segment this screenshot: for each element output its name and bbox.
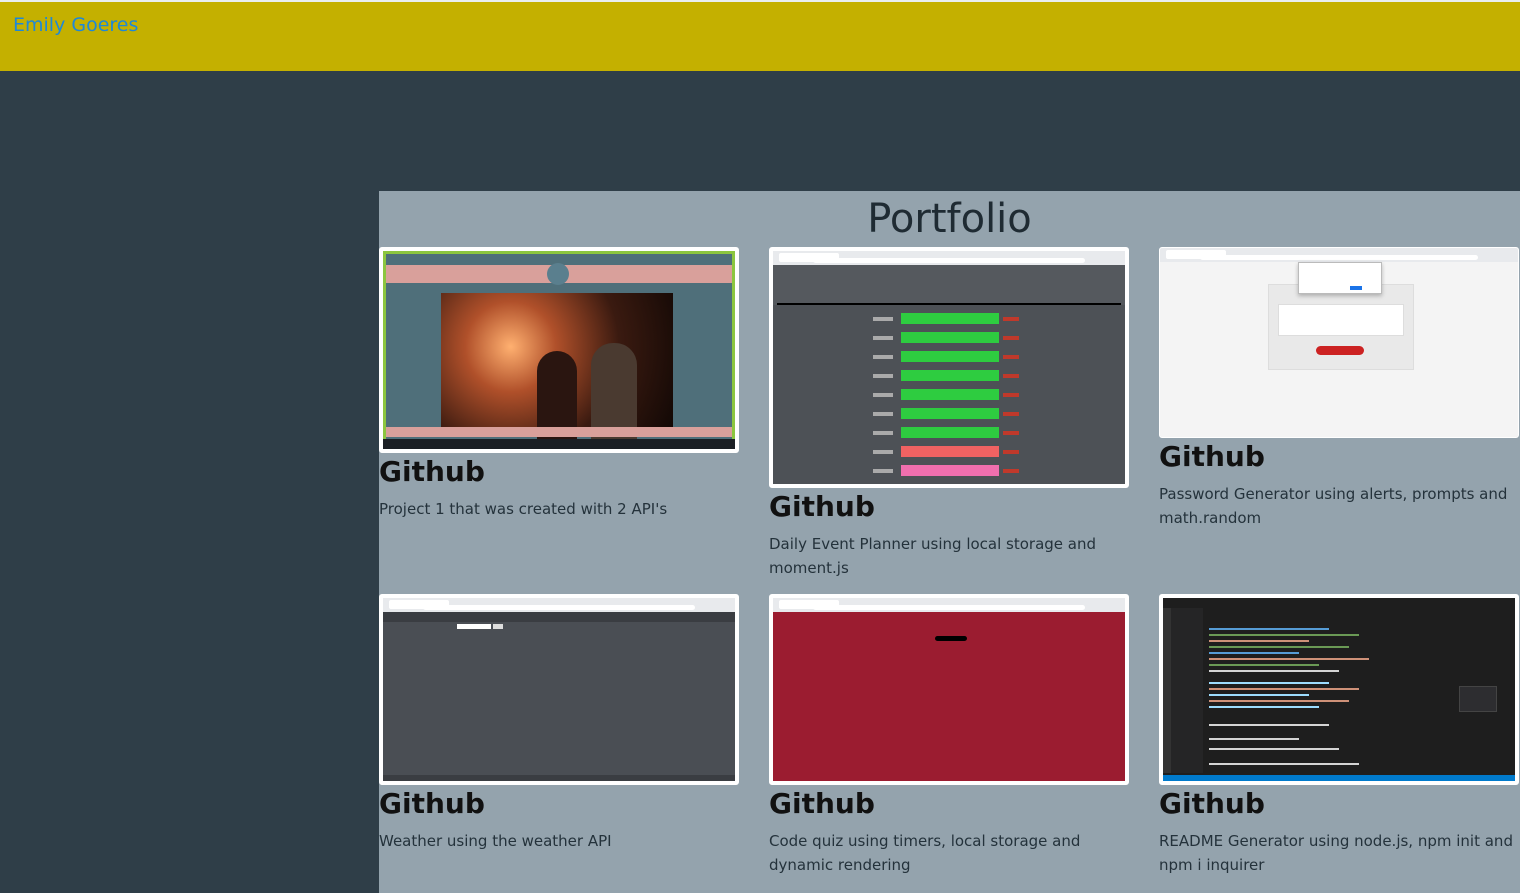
portfolio-section: Portfolio Github Project 1 that was crea…: [379, 191, 1520, 893]
project-description-4: Weather using the weather API: [379, 832, 612, 850]
navbar: Emily Goeres: [0, 2, 1520, 71]
project-thumbnail-1[interactable]: [379, 247, 739, 453]
project-card-6: Github README Generator using node.js, n…: [1159, 594, 1519, 877]
project-description-1: Project 1 that was created with 2 API's: [379, 500, 668, 518]
project-card-1: Github Project 1 that was created with 2…: [379, 247, 739, 521]
page-title: Portfolio: [867, 196, 1032, 242]
project-description-6: README Generator using node.js, npm init…: [1159, 832, 1513, 874]
github-link-3[interactable]: Github: [1159, 438, 1519, 476]
project-thumbnail-4[interactable]: [379, 594, 739, 785]
github-link-6[interactable]: Github: [1159, 785, 1519, 823]
project-description-3: Password Generator using alerts, prompts…: [1159, 485, 1508, 527]
project-thumbnail-3[interactable]: [1159, 247, 1519, 438]
project-thumbnail-6[interactable]: [1159, 594, 1519, 785]
brand-link[interactable]: Emily Goeres: [13, 14, 138, 36]
github-link-2[interactable]: Github: [769, 488, 1129, 526]
project-description-2: Daily Event Planner using local storage …: [769, 535, 1097, 577]
github-link-5[interactable]: Github: [769, 785, 1129, 823]
project-card-3: Github Password Generator using alerts, …: [1159, 247, 1519, 530]
project-card-4: Github Weather using the weather API: [379, 594, 739, 853]
logo-icon: [547, 263, 569, 285]
project-thumbnail-2[interactable]: [769, 247, 1129, 488]
project-card-5: Github Code quiz using timers, local sto…: [769, 594, 1129, 877]
project-description-5: Code quiz using timers, local storage an…: [769, 832, 1081, 874]
project-card-2: Github Daily Event Planner using local s…: [769, 247, 1129, 580]
github-link-1[interactable]: Github: [379, 453, 739, 491]
github-link-4[interactable]: Github: [379, 785, 739, 823]
project-thumbnail-5[interactable]: [769, 594, 1129, 785]
